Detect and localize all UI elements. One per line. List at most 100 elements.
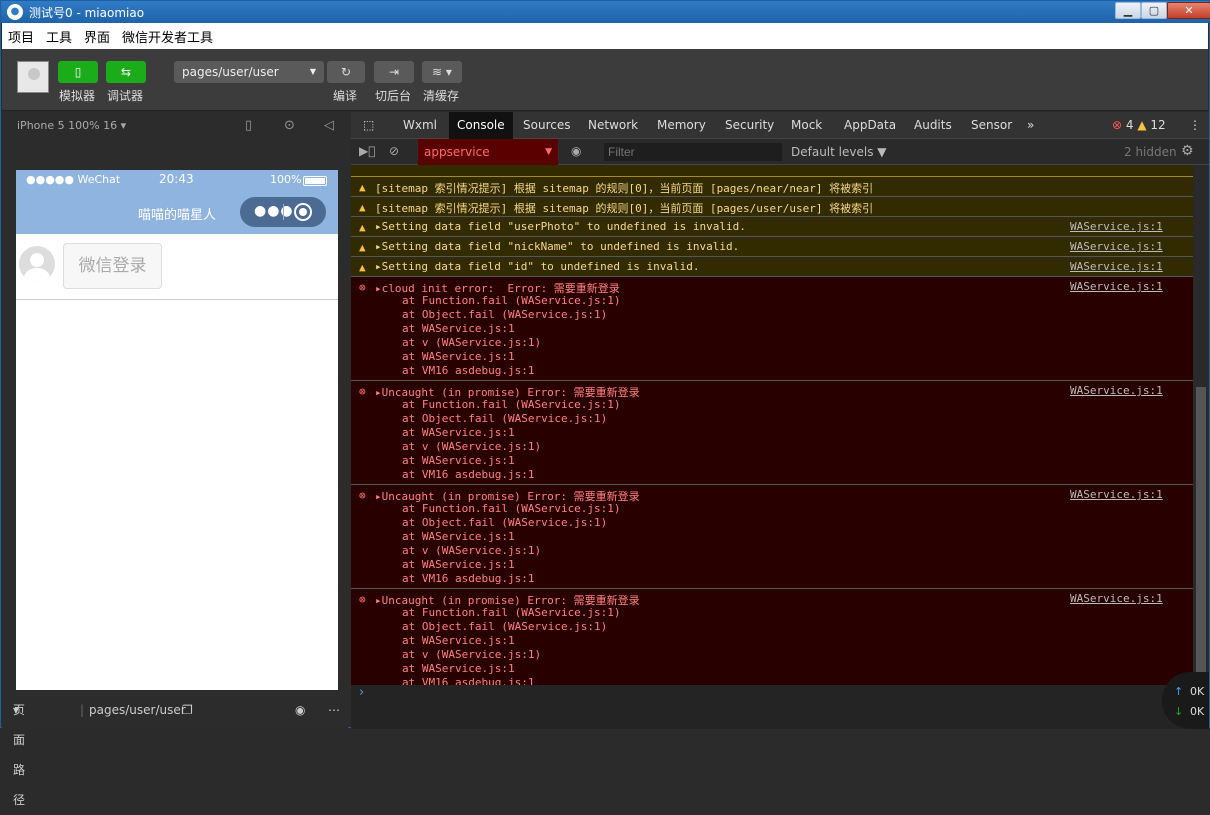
source-link[interactable]: WAService.js:1: [1070, 592, 1163, 605]
stack-frame[interactable]: at WAService.js:1: [402, 322, 515, 335]
stack-frame[interactable]: at Object.fail (WAService.js:1): [402, 516, 607, 529]
log-row[interactable]: ▲ ▸Setting data field "nickName" to unde…: [351, 237, 1193, 257]
page-path-value: pages/user/user: [89, 703, 186, 717]
gear-icon[interactable]: ⚙: [1181, 143, 1194, 159]
sidebar-toggle-icon[interactable]: ▶⃞: [359, 144, 375, 158]
stack-frame[interactable]: at WAService.js:1: [402, 530, 515, 543]
menu-item-project[interactable]: 项目: [2, 27, 40, 46]
menu-item-tools[interactable]: 工具: [40, 27, 78, 46]
console-scrollbar[interactable]: [1193, 165, 1209, 685]
stack-frame[interactable]: at VM16 asdebug.js:1: [402, 364, 534, 377]
stack-frame[interactable]: at WAService.js:1: [402, 350, 515, 363]
tab-network[interactable]: Network: [580, 112, 646, 139]
maximize-button[interactable]: ▢: [1141, 2, 1167, 19]
close-miniprogram-icon[interactable]: [294, 203, 312, 221]
stack-frame[interactable]: at WAService.js:1: [402, 454, 515, 467]
menu-bar: 项目 工具 界面 微信开发者工具: [2, 23, 1208, 49]
phone-icon[interactable]: ▯: [245, 112, 252, 139]
log-row[interactable]: ⊗ ▸Uncaught (in promise) Error: 需要重新登录 W…: [351, 381, 1193, 485]
switch-background-button[interactable]: ⇥: [374, 61, 414, 83]
more-icon[interactable]: ●●●: [254, 203, 294, 219]
log-message: [sitemap 索引情况提示] 根据 sitemap 的规则[0]，当前页面 …: [375, 202, 874, 215]
tab-console[interactable]: Console: [449, 112, 513, 139]
tab-wxml[interactable]: Wxml: [395, 112, 445, 139]
stack-frame[interactable]: at WAService.js:1: [402, 634, 515, 647]
source-link[interactable]: WAService.js:1: [1070, 280, 1163, 293]
device-select[interactable]: iPhone 5 100% 16 ▾: [17, 112, 126, 139]
stack-frame[interactable]: at Object.fail (WAService.js:1): [402, 620, 607, 633]
tab-memory[interactable]: Memory: [649, 112, 714, 139]
kebab-menu-icon[interactable]: ⋮: [1181, 112, 1209, 139]
stack-frame[interactable]: at Function.fail (WAService.js:1): [402, 398, 621, 411]
error-badge[interactable]: ⊗ 4 ▲ 12: [1104, 112, 1174, 139]
source-link[interactable]: WAService.js:1: [1070, 384, 1163, 397]
warning-icon: ▲: [359, 201, 366, 214]
stack-frame[interactable]: at v (WAService.js:1): [402, 336, 541, 349]
stack-frame[interactable]: at v (WAService.js:1): [402, 440, 541, 453]
stack-frame[interactable]: at VM16 asdebug.js:1: [402, 676, 534, 685]
debugger-label: 调试器: [107, 89, 144, 103]
source-link[interactable]: WAService.js:1: [1070, 488, 1163, 501]
bottom-bar: 页面路径 ▾ | pages/user/user ❐ ◉ ⋯: [2, 695, 348, 807]
stack-frame[interactable]: at Function.fail (WAService.js:1): [402, 294, 621, 307]
stack-frame[interactable]: at VM16 asdebug.js:1: [402, 468, 534, 481]
simulator-button[interactable]: ▯: [58, 61, 98, 83]
inspect-icon[interactable]: ⬚: [355, 112, 382, 139]
tab-security[interactable]: Security: [717, 112, 782, 139]
source-link[interactable]: WAService.js:1: [1070, 220, 1163, 233]
record-icon[interactable]: ⊙: [284, 112, 295, 139]
compile-button[interactable]: ↻: [327, 61, 365, 83]
log-row[interactable]: ⊗ ▸cloud init error: Error: 需要重新登录 WASer…: [351, 277, 1193, 381]
tab-appdata[interactable]: AppData: [836, 112, 904, 139]
tab-mock[interactable]: Mock: [783, 112, 830, 139]
close-button[interactable]: ✕: [1167, 2, 1210, 19]
menu-capsule[interactable]: ●●●: [240, 197, 326, 227]
page-path-label[interactable]: 页面路径 ▾: [13, 695, 25, 807]
stack-frame[interactable]: at VM16 asdebug.js:1: [402, 572, 534, 585]
stack-frame[interactable]: at Object.fail (WAService.js:1): [402, 308, 607, 321]
log-levels-select[interactable]: Default levels ▼: [791, 139, 887, 165]
stack-frame[interactable]: at Function.fail (WAService.js:1): [402, 502, 621, 515]
log-row[interactable]: ▲ ▸Setting data field "userPhoto" to und…: [351, 217, 1193, 237]
tab-sensor[interactable]: Sensor: [963, 112, 1020, 139]
chevron-down-icon: ▼: [545, 147, 552, 157]
user-info-row: 微信登录: [16, 234, 338, 300]
clear-cache-button[interactable]: ≋ ▾: [422, 61, 462, 83]
page-path-select[interactable]: pages/user/user ▼: [174, 61, 324, 83]
filter-input[interactable]: [604, 143, 782, 161]
wechat-login-button[interactable]: 微信登录: [63, 243, 162, 289]
console-input[interactable]: ›: [351, 685, 1209, 729]
more-tabs-icon[interactable]: »: [1019, 112, 1042, 139]
tab-sources[interactable]: Sources: [515, 112, 578, 139]
clear-console-icon[interactable]: ⊘: [389, 144, 399, 158]
eye-icon[interactable]: ◉: [571, 144, 581, 158]
log-row[interactable]: ▲ ▸Setting data field "id" to undefined …: [351, 257, 1193, 277]
source-link[interactable]: WAService.js:1: [1070, 240, 1163, 253]
menu-item-interface[interactable]: 界面: [78, 27, 116, 46]
user-avatar-placeholder: [19, 246, 55, 282]
copy-icon[interactable]: ❐: [182, 695, 193, 725]
sound-icon[interactable]: ◁: [324, 112, 334, 139]
stack-frame[interactable]: at WAService.js:1: [402, 662, 515, 675]
user-avatar[interactable]: [17, 61, 49, 93]
tab-audits[interactable]: Audits: [906, 112, 960, 139]
devtools-panel: ⬚ Wxml Console Sources Network Memory Se…: [351, 112, 1209, 729]
source-link[interactable]: WAService.js:1: [1070, 260, 1163, 273]
context-select[interactable]: appservice ▼: [418, 139, 558, 165]
debugger-button[interactable]: ⇆: [106, 61, 146, 83]
stack-frame[interactable]: at Object.fail (WAService.js:1): [402, 412, 607, 425]
stack-frame[interactable]: at WAService.js:1: [402, 558, 515, 571]
more-icon[interactable]: ⋯: [328, 695, 340, 725]
log-row[interactable]: ⊗ ▸Uncaught (in promise) Error: 需要重新登录 W…: [351, 589, 1193, 685]
stack-frame[interactable]: at WAService.js:1: [402, 426, 515, 439]
stack-frame[interactable]: at Function.fail (WAService.js:1): [402, 606, 621, 619]
minimize-button[interactable]: ▁: [1115, 2, 1141, 19]
warning-icon: ▲: [359, 241, 366, 254]
scrollbar-thumb[interactable]: [1196, 387, 1206, 685]
eye-icon[interactable]: ◉: [295, 695, 305, 725]
chevron-down-icon: ▼: [309, 67, 316, 76]
stack-frame[interactable]: at v (WAService.js:1): [402, 648, 541, 661]
stack-frame[interactable]: at v (WAService.js:1): [402, 544, 541, 557]
log-row[interactable]: ⊗ ▸Uncaught (in promise) Error: 需要重新登录 W…: [351, 485, 1193, 589]
menu-item-devtools[interactable]: 微信开发者工具: [116, 27, 219, 46]
